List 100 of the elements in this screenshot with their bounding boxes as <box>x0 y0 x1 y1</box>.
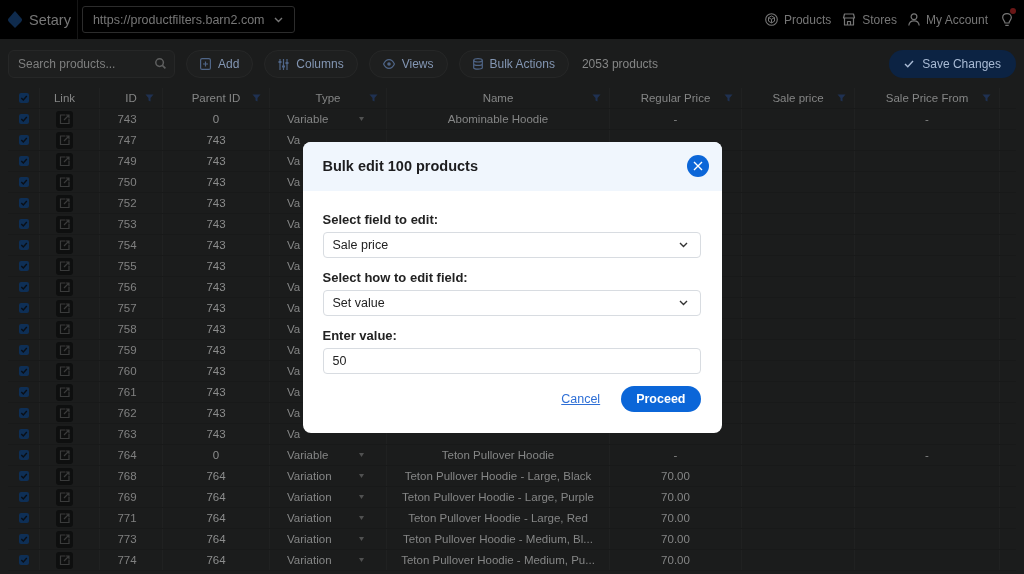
row-checkbox[interactable] <box>18 177 29 187</box>
row-checkbox[interactable] <box>18 261 29 271</box>
link-icon[interactable] <box>56 299 73 317</box>
link-icon[interactable] <box>56 467 73 485</box>
row-checkbox[interactable] <box>18 450 29 460</box>
product-id: 762 <box>117 407 137 419</box>
link-icon[interactable] <box>56 530 73 548</box>
product-type: Va <box>287 155 301 167</box>
row-checkbox[interactable] <box>18 345 29 355</box>
link-icon[interactable] <box>56 488 73 506</box>
row-checkbox[interactable] <box>18 408 29 418</box>
link-icon[interactable] <box>56 131 73 149</box>
row-checkbox[interactable] <box>18 513 29 523</box>
link-icon[interactable] <box>56 509 73 527</box>
caret-icon[interactable] <box>359 558 364 562</box>
link-icon[interactable] <box>56 152 73 170</box>
row-checkbox[interactable] <box>18 534 29 544</box>
column-header[interactable]: Type <box>315 92 341 104</box>
caret-icon[interactable] <box>359 474 364 478</box>
caret-icon[interactable] <box>359 453 364 457</box>
product-count: 2053 products <box>581 57 658 71</box>
caret-icon[interactable] <box>359 537 364 541</box>
column-header[interactable]: Parent ID <box>191 92 241 104</box>
parent-id: 743 <box>206 134 226 146</box>
filter-icon[interactable] <box>252 94 261 102</box>
row-checkbox[interactable] <box>18 429 29 439</box>
dropdown-field[interactable]: Set value <box>322 289 701 316</box>
search-field[interactable]: Search products... <box>8 50 175 78</box>
link-icon[interactable] <box>56 425 73 443</box>
toolbar-button[interactable]: Columns <box>264 50 358 78</box>
row-checkbox[interactable] <box>18 135 29 145</box>
row-checkbox[interactable] <box>18 555 29 565</box>
filter-icon[interactable] <box>592 94 601 102</box>
proceed-button[interactable]: Proceed <box>621 385 701 412</box>
link-icon[interactable] <box>56 362 73 380</box>
value-field[interactable]: 50 <box>322 347 701 374</box>
filter-icon[interactable] <box>982 94 991 102</box>
row-checkbox[interactable] <box>18 492 29 502</box>
link-icon[interactable] <box>56 446 73 464</box>
column-header[interactable]: Link <box>53 92 76 104</box>
row-checkbox[interactable] <box>18 156 29 166</box>
row-checkbox[interactable] <box>18 198 29 208</box>
lightbulb-icon[interactable] <box>1002 12 1012 27</box>
caret-icon[interactable] <box>359 117 364 121</box>
product-id: 749 <box>117 155 137 167</box>
parent-id: 743 <box>206 302 226 314</box>
link-icon[interactable] <box>56 215 73 233</box>
close-button[interactable] <box>686 155 709 177</box>
link-icon[interactable] <box>56 173 73 191</box>
column-header[interactable]: Name <box>482 92 514 104</box>
product-type: Va <box>287 218 301 230</box>
cancel-link[interactable]: Cancel <box>561 391 601 406</box>
product-id: 759 <box>117 344 137 356</box>
row-checkbox[interactable] <box>18 471 29 481</box>
dropdown-field[interactable]: Sale price <box>322 231 701 258</box>
nav-link[interactable]: My Account <box>907 12 988 27</box>
parent-id: 764 <box>206 491 226 503</box>
caret-icon[interactable] <box>359 516 364 520</box>
row-checkbox[interactable] <box>18 240 29 250</box>
link-icon[interactable] <box>56 383 73 401</box>
row-checkbox[interactable] <box>18 303 29 313</box>
row-checkbox[interactable] <box>18 114 29 124</box>
link-icon[interactable] <box>56 236 73 254</box>
link-icon[interactable] <box>56 341 73 359</box>
row-checkbox[interactable] <box>18 387 29 397</box>
nav-link[interactable]: Products <box>764 12 832 27</box>
link-icon[interactable] <box>56 404 73 422</box>
filter-icon[interactable] <box>837 94 846 102</box>
product-name: Abominable Hoodie <box>447 113 549 125</box>
column-header[interactable]: Sale price <box>772 92 824 104</box>
link-icon[interactable] <box>56 320 73 338</box>
site-selector[interactable]: https://productfilters.barn2.com <box>81 6 295 33</box>
caret-icon[interactable] <box>359 495 364 499</box>
link-icon[interactable] <box>56 110 73 128</box>
row-checkbox[interactable] <box>18 282 29 292</box>
product-name: Teton Pullover Hoodie - Large, Red <box>408 512 588 524</box>
product-name: Teton Pullover Hoodie - Large, Purple <box>402 491 594 503</box>
select-all-checkbox[interactable] <box>18 93 29 103</box>
field-label: Enter value: <box>322 327 398 343</box>
filter-icon[interactable] <box>724 94 733 102</box>
row-checkbox[interactable] <box>18 324 29 334</box>
regular-price: 70.00 <box>661 491 690 503</box>
save-changes-button[interactable]: Save Changes <box>889 50 1016 78</box>
filter-icon[interactable] <box>145 94 154 102</box>
chevron-down-icon <box>678 241 688 248</box>
column-header[interactable]: Sale Price From <box>885 92 969 104</box>
row-checkbox[interactable] <box>18 366 29 376</box>
filter-icon[interactable] <box>369 94 378 102</box>
link-icon[interactable] <box>56 278 73 296</box>
product-type: Va <box>287 281 301 293</box>
nav-link[interactable]: Stores <box>842 12 897 27</box>
row-checkbox[interactable] <box>18 219 29 229</box>
link-icon[interactable] <box>56 194 73 212</box>
toolbar-button[interactable]: Views <box>368 50 448 78</box>
link-icon[interactable] <box>56 257 73 275</box>
toolbar-button[interactable]: Add <box>186 50 254 78</box>
link-icon[interactable] <box>56 551 73 569</box>
column-header[interactable]: ID <box>125 92 137 104</box>
column-header[interactable]: Regular Price <box>640 92 711 104</box>
toolbar-button[interactable]: Bulk Actions <box>458 50 569 78</box>
